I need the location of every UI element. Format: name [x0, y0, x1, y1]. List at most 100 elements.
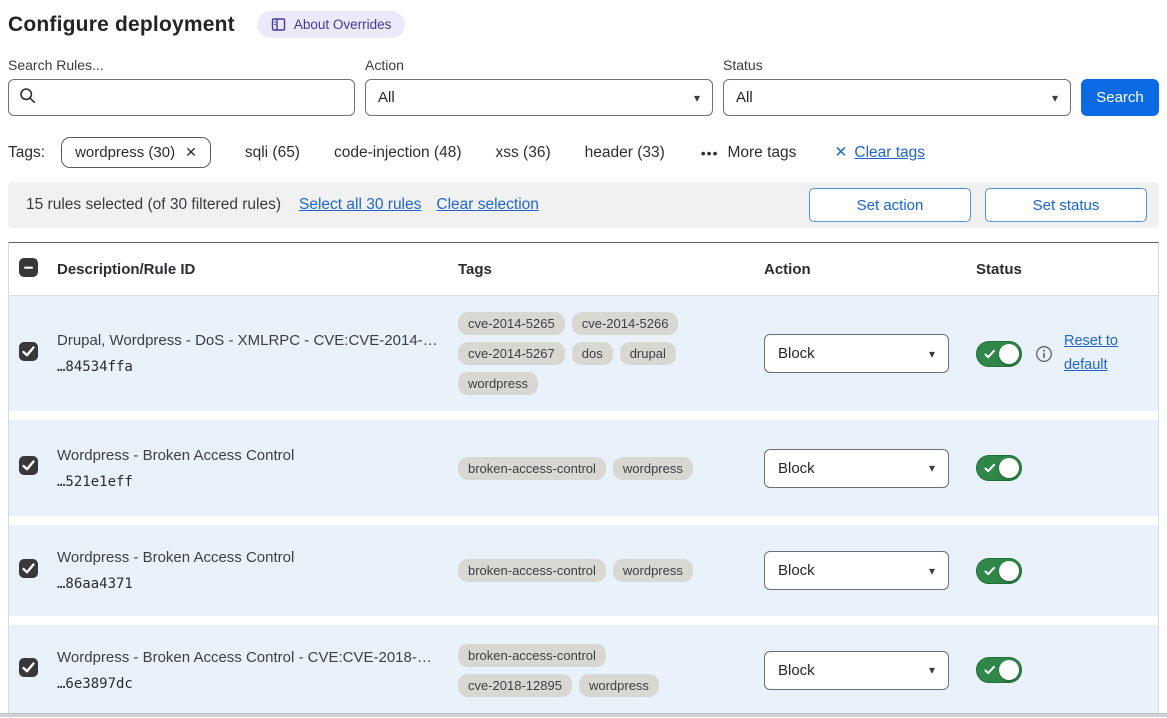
row-checkbox[interactable] — [19, 456, 38, 475]
checkmark-icon — [984, 566, 996, 577]
tag-option-sqli[interactable]: sqli (65) — [245, 144, 300, 162]
rule-tags: broken-access-controlwordpress — [458, 559, 718, 582]
more-tags-label: More tags — [727, 144, 796, 162]
row-checkbox[interactable] — [19, 559, 38, 578]
chevron-down-icon: ▾ — [929, 564, 935, 578]
rule-id: …84534ffa — [57, 359, 458, 375]
selection-bar: 15 rules selected (of 30 filtered rules)… — [8, 182, 1159, 228]
rule-id: …521e1eff — [57, 474, 458, 490]
tag-pill: wordpress — [613, 457, 693, 480]
selected-tag-chip[interactable]: wordpress (30) ✕ — [61, 137, 211, 168]
clear-tags-link[interactable]: ✕ Clear tags — [834, 143, 925, 162]
rule-description: Wordpress - Broken Access Control — [57, 549, 458, 566]
rule-status-toggle[interactable] — [976, 558, 1022, 584]
column-header-status: Status — [956, 261, 1158, 278]
tag-option-header[interactable]: header (33) — [585, 144, 665, 162]
tag-pill: cve-2014-5265 — [458, 312, 565, 335]
clear-selection-link[interactable]: Clear selection — [436, 196, 539, 214]
status-filter-value: All — [736, 89, 753, 106]
row-checkbox[interactable] — [19, 342, 38, 361]
rule-id: …86aa4371 — [57, 576, 458, 592]
status-filter-select[interactable]: All ▾ — [723, 79, 1071, 116]
rule-tags: cve-2014-5265cve-2014-5266cve-2014-5267d… — [458, 312, 718, 395]
rule-description: Wordpress - Broken Access Control — [57, 447, 458, 464]
toggle-knob — [999, 660, 1019, 680]
status-filter-label: Status — [723, 57, 1071, 73]
more-tags-button[interactable]: ••• More tags — [701, 144, 797, 162]
search-button[interactable]: Search — [1081, 79, 1159, 116]
tag-pill: drupal — [620, 342, 676, 365]
set-action-button[interactable]: Set action — [809, 188, 971, 222]
table-row: Drupal, Wordpress - DoS - XMLRPC - CVE:C… — [9, 296, 1158, 411]
rule-action-select[interactable]: Block ▾ — [764, 651, 949, 690]
about-overrides-badge[interactable]: About Overrides — [257, 11, 406, 38]
info-icon[interactable] — [1035, 345, 1053, 363]
horizontal-scrollbar[interactable] — [0, 713, 1167, 717]
rule-status-toggle[interactable] — [976, 657, 1022, 683]
chevron-down-icon: ▾ — [929, 663, 935, 677]
rule-tags: broken-access-controlwordpress — [458, 457, 718, 480]
action-filter-value: All — [378, 89, 395, 106]
tag-pill: wordpress — [579, 674, 659, 697]
search-input[interactable] — [8, 79, 355, 116]
search-icon — [19, 87, 36, 109]
tag-pill: broken-access-control — [458, 644, 606, 667]
configure-deployment-page: Configure deployment About Overrides Sea… — [0, 0, 1167, 718]
page-title: Configure deployment — [8, 13, 235, 37]
rule-action-select[interactable]: Block ▾ — [764, 449, 949, 488]
close-icon: ✕ — [834, 143, 847, 162]
table-body: Drupal, Wordpress - DoS - XMLRPC - CVE:C… — [9, 296, 1158, 715]
tag-pill: cve-2014-5267 — [458, 342, 565, 365]
rule-action-value: Block — [778, 562, 815, 579]
checkmark-icon — [984, 665, 996, 676]
tag-pill: wordpress — [458, 372, 538, 395]
checkmark-icon — [19, 559, 38, 578]
row-checkbox[interactable] — [19, 658, 38, 677]
select-all-checkbox[interactable] — [19, 258, 38, 277]
tags-label: Tags: — [8, 144, 45, 162]
rule-action-value: Block — [778, 345, 815, 362]
selection-summary: 15 rules selected (of 30 filtered rules) — [26, 196, 281, 214]
search-label: Search Rules... — [8, 57, 355, 73]
status-filter-field: Status All ▾ — [723, 57, 1071, 116]
rule-action-value: Block — [778, 460, 815, 477]
rule-status-toggle[interactable] — [976, 455, 1022, 481]
set-status-button[interactable]: Set status — [985, 188, 1147, 222]
action-filter-select[interactable]: All ▾ — [365, 79, 713, 116]
checkmark-icon — [19, 456, 38, 475]
clear-tags-label: Clear tags — [854, 144, 925, 162]
column-header-description: Description/Rule ID — [57, 261, 458, 278]
rule-action-select[interactable]: Block ▾ — [764, 334, 949, 373]
rule-action-select[interactable]: Block ▾ — [764, 551, 949, 590]
reset-to-default-link[interactable]: Reset to default — [1064, 330, 1128, 378]
rules-table: Description/Rule ID Tags Action Status D… — [8, 242, 1159, 715]
tags-bar: Tags: wordpress (30) ✕ sqli (65) code-in… — [8, 137, 1159, 168]
rule-description: Wordpress - Broken Access Control - CVE:… — [57, 649, 458, 666]
rule-id: …6e3897dc — [57, 676, 458, 692]
book-icon — [271, 17, 286, 32]
table-header-row: Description/Rule ID Tags Action Status — [9, 243, 1158, 296]
search-field: Search Rules... — [8, 57, 355, 116]
table-row: Wordpress - Broken Access Control - CVE:… — [9, 625, 1158, 715]
indeterminate-icon — [19, 258, 38, 277]
tag-option-xss[interactable]: xss (36) — [496, 144, 551, 162]
select-all-link[interactable]: Select all 30 rules — [299, 196, 421, 214]
remove-tag-icon[interactable]: ✕ — [185, 144, 197, 161]
chevron-down-icon: ▾ — [929, 347, 935, 361]
chevron-down-icon: ▾ — [694, 91, 700, 105]
checkmark-icon — [19, 658, 38, 677]
rule-description: Drupal, Wordpress - DoS - XMLRPC - CVE:C… — [57, 332, 458, 349]
page-header: Configure deployment About Overrides — [8, 0, 1159, 38]
checkmark-icon — [984, 463, 996, 474]
tag-option-code-injection[interactable]: code-injection (48) — [334, 144, 462, 162]
rule-status-toggle[interactable] — [976, 341, 1022, 367]
toggle-knob — [999, 344, 1019, 364]
toggle-knob — [999, 561, 1019, 581]
about-overrides-label: About Overrides — [294, 17, 392, 32]
tag-pill: dos — [572, 342, 613, 365]
chevron-down-icon: ▾ — [929, 461, 935, 475]
tag-pill: wordpress — [613, 559, 693, 582]
toggle-knob — [999, 458, 1019, 478]
checkmark-icon — [984, 349, 996, 360]
chevron-down-icon: ▾ — [1052, 91, 1058, 105]
